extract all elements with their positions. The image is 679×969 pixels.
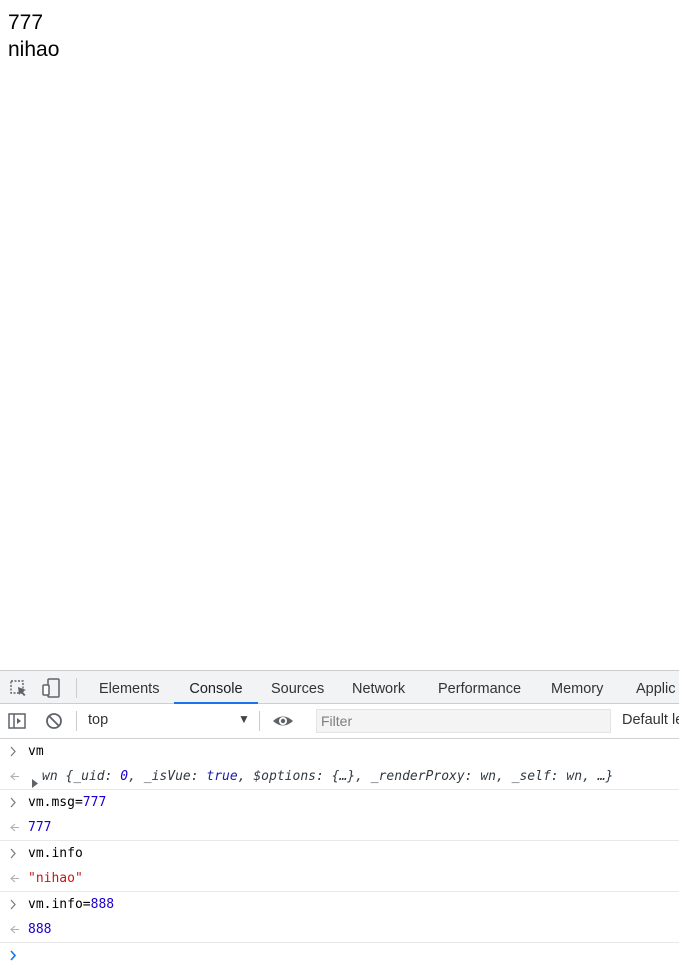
filter-input[interactable]: [316, 709, 611, 733]
object-preview[interactable]: wn {_uid: 0, _isVue: true, $options: {…}…: [42, 764, 613, 789]
toolbar-divider: [259, 711, 260, 731]
inspect-element-icon[interactable]: [8, 677, 30, 699]
console-input-row: vm.info: [0, 841, 679, 866]
tab-memory[interactable]: Memory: [551, 671, 603, 704]
clear-console-icon[interactable]: [44, 711, 66, 733]
console-input-text: vm.msg=777: [28, 795, 107, 810]
result-arrow-icon: [8, 764, 20, 789]
console-output-value: "nihao": [28, 871, 83, 886]
eye-icon[interactable]: [272, 711, 294, 733]
console-input-row: vm.msg=777: [0, 790, 679, 815]
log-levels-dropdown[interactable]: Default le: [622, 712, 679, 728]
console-input-text: vm.info=888: [28, 897, 115, 912]
console-input-row: vm: [0, 739, 679, 764]
toolbar-divider: [76, 678, 77, 698]
console-log: vm wn {_uid: 0, _isVue: true, $options: …: [0, 739, 679, 968]
context-selector[interactable]: top: [88, 712, 108, 728]
tab-network[interactable]: Network: [352, 671, 405, 704]
page-content: 777 nihao: [0, 0, 679, 670]
active-prompt-chevron-icon: [8, 943, 20, 968]
console-toolbar: top ▼ Default le: [0, 704, 679, 739]
console-output-row: wn {_uid: 0, _isVue: true, $options: {…}…: [0, 764, 679, 790]
result-arrow-icon: [8, 917, 20, 942]
console-output-row: "nihao": [0, 866, 679, 892]
result-arrow-icon: [8, 866, 20, 891]
console-input-row: vm.info=888: [0, 892, 679, 917]
device-toolbar-icon[interactable]: [40, 677, 62, 699]
toolbar-divider: [76, 711, 77, 731]
console-output-row: 777: [0, 815, 679, 841]
console-prompt[interactable]: [0, 943, 679, 968]
console-output-row: 888: [0, 917, 679, 943]
sidebar-toggle-icon[interactable]: [7, 711, 29, 733]
devtools-tabbar: Elements Console Sources Network Perform…: [0, 670, 679, 704]
tab-sources[interactable]: Sources: [271, 671, 324, 704]
info-text: nihao: [8, 38, 60, 61]
console-input-text: vm.info: [28, 846, 83, 861]
tab-application[interactable]: Applic: [636, 671, 676, 704]
prompt-chevron-icon: [8, 739, 20, 764]
result-arrow-icon: [8, 815, 20, 840]
msg-text: 777: [8, 11, 44, 34]
tab-console[interactable]: Console: [174, 671, 258, 704]
chevron-down-icon[interactable]: ▼: [238, 712, 250, 726]
console-output-value: 777: [28, 820, 52, 835]
prompt-chevron-icon: [8, 892, 20, 917]
tab-elements[interactable]: Elements: [99, 671, 159, 704]
prompt-chevron-icon: [8, 790, 20, 815]
prompt-chevron-icon: [8, 841, 20, 866]
devtools-panel: Elements Console Sources Network Perform…: [0, 670, 679, 969]
tab-performance[interactable]: Performance: [438, 671, 521, 704]
console-input-text: vm: [28, 744, 44, 759]
console-output-value: 888: [28, 922, 52, 937]
